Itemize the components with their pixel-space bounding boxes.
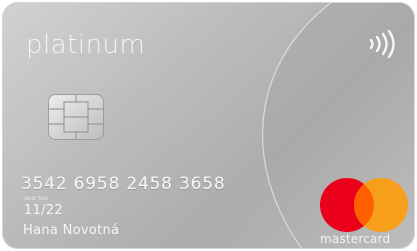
- card-number: 3542 6958 2458 3658: [21, 174, 226, 194]
- mastercard-logo-icon: [320, 178, 408, 232]
- valid-thru-label: VALID THRU: [24, 196, 49, 201]
- chip-icon: [48, 94, 104, 140]
- network-wordmark: mastercard: [320, 232, 391, 246]
- contactless-icon: [369, 30, 395, 58]
- payment-card: platinum 3542 6958 2458 3658 VALID THRU …: [2, 2, 415, 249]
- cardholder-name: Hana Novotná: [23, 223, 120, 238]
- expiry-date: 11/22: [24, 203, 63, 218]
- card-brand-name: platinum: [26, 30, 146, 60]
